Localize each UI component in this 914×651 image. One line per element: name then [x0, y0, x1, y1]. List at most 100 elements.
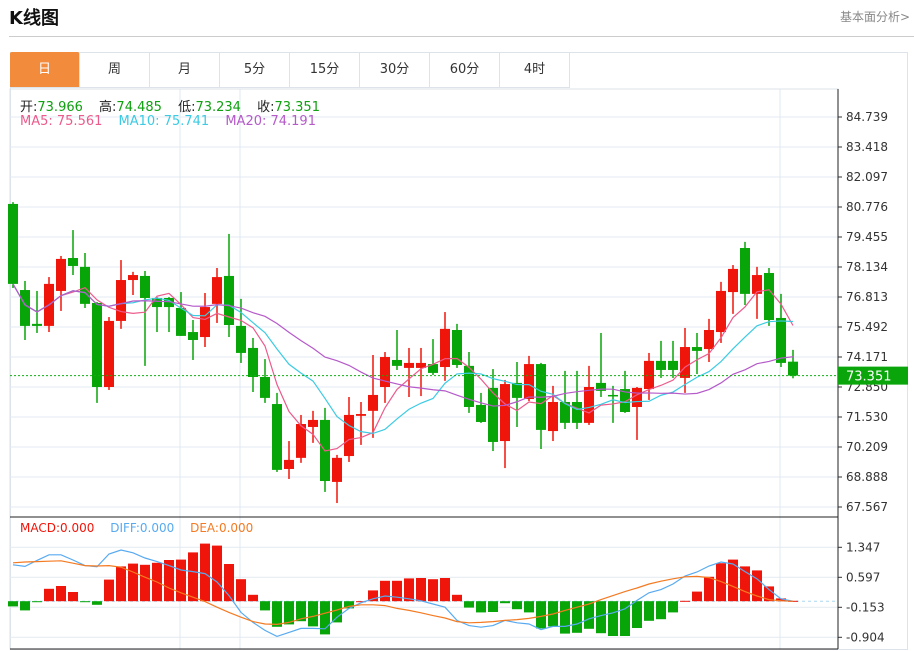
- candle: [116, 260, 126, 329]
- macd-bar: [560, 601, 570, 634]
- dea-value: DEA:0.000: [190, 521, 254, 535]
- candle-body: [68, 258, 78, 266]
- candle-body: [692, 347, 702, 351]
- price-tick-label: 78.134: [846, 260, 888, 274]
- candle-body: [104, 320, 114, 387]
- macd-bar: [272, 601, 282, 627]
- ma20-value: MA20: 74.191: [225, 114, 316, 129]
- macd-bar: [44, 588, 54, 602]
- candle: [656, 340, 666, 378]
- candle: [224, 233, 234, 338]
- candle-body: [260, 377, 270, 398]
- candle-body: [272, 404, 282, 470]
- candle: [680, 327, 690, 393]
- high-value: 74.485: [116, 100, 162, 115]
- macd-bar: [632, 601, 642, 628]
- low-label: 低:: [178, 100, 196, 115]
- macd-bar: [260, 601, 270, 611]
- candle: [308, 410, 318, 443]
- candle-body: [128, 275, 138, 281]
- candle-body: [200, 307, 210, 338]
- candle: [728, 265, 738, 314]
- price-tick-label: 84.739: [846, 110, 888, 124]
- low-value: 73.234: [195, 100, 241, 115]
- macd-bar: [596, 601, 606, 634]
- macd-bar: [56, 586, 66, 602]
- macd-bar: [500, 601, 510, 604]
- candle-body: [296, 424, 306, 458]
- candle-body: [572, 401, 582, 423]
- candle-body: [332, 457, 342, 482]
- macd-bar: [656, 601, 666, 620]
- candle-body: [548, 401, 558, 432]
- macd-legend: MACD:0.000 DIFF:0.000 DEA:0.000: [20, 521, 257, 535]
- macd-bar: [200, 543, 210, 602]
- macd-bar: [92, 601, 102, 605]
- candle: [260, 359, 270, 403]
- candle-body: [92, 302, 102, 387]
- macd-bar: [668, 601, 678, 613]
- candle-body: [20, 290, 30, 326]
- candle-body: [524, 364, 534, 400]
- macd-bar: [32, 601, 42, 603]
- candle: [536, 362, 546, 449]
- candle: [440, 312, 450, 381]
- macd-bar: [236, 579, 246, 602]
- candle-body: [8, 203, 18, 284]
- candle: [404, 347, 414, 397]
- macd-bar: [176, 559, 186, 602]
- price-tick-label: 67.567: [846, 500, 888, 514]
- price-tick-label: 74.171: [846, 350, 888, 364]
- macd-tick-label: 1.347: [846, 540, 880, 554]
- price-tick-label: 83.418: [846, 140, 888, 154]
- macd-bar: [80, 601, 90, 603]
- candle-body: [680, 347, 690, 378]
- candle-body: [380, 357, 390, 387]
- ma20-line: [12, 283, 794, 407]
- macd-bar: [308, 601, 318, 627]
- price-tick-label: 70.209: [846, 440, 888, 454]
- macd-bar: [104, 579, 114, 602]
- candle: [500, 379, 510, 469]
- candle-body: [236, 325, 246, 353]
- candle-body: [788, 361, 798, 376]
- last-price-label: 73.351: [846, 370, 892, 385]
- candle-body: [284, 459, 294, 469]
- macd-bar: [644, 601, 654, 621]
- candle-body: [704, 329, 714, 350]
- price-tick-label: 71.530: [846, 410, 888, 424]
- candle: [8, 202, 18, 288]
- candle: [20, 280, 30, 340]
- candle-body: [656, 360, 666, 370]
- macd-bar: [440, 578, 450, 602]
- macd-bar: [680, 600, 690, 602]
- candle: [128, 271, 138, 296]
- candle: [80, 253, 90, 308]
- candle-body: [776, 317, 786, 363]
- candle: [584, 365, 594, 425]
- candle-body: [176, 307, 186, 336]
- candle: [140, 270, 150, 366]
- candle-body: [344, 414, 354, 457]
- price-tick-label: 80.776: [846, 200, 888, 214]
- macd-bar: [692, 591, 702, 602]
- candle-body: [248, 347, 258, 378]
- ma5-value: MA5: 75.561: [20, 114, 103, 129]
- macd-tick-label: -0.904: [846, 630, 885, 644]
- candle: [752, 266, 762, 319]
- candle: [572, 370, 582, 430]
- candle: [248, 337, 258, 392]
- macd-bar: [704, 576, 714, 602]
- macd-bar: [68, 592, 78, 602]
- price-tick-label: 75.492: [846, 320, 888, 334]
- macd-bar: [212, 545, 222, 602]
- macd-bar: [116, 566, 126, 602]
- macd-bar: [416, 578, 426, 602]
- candle-body: [116, 280, 126, 321]
- macd-value: MACD:0.000: [20, 521, 95, 535]
- candle: [668, 340, 678, 378]
- candle: [524, 355, 534, 402]
- candle: [692, 332, 702, 375]
- candle: [788, 349, 798, 379]
- candle: [560, 370, 570, 430]
